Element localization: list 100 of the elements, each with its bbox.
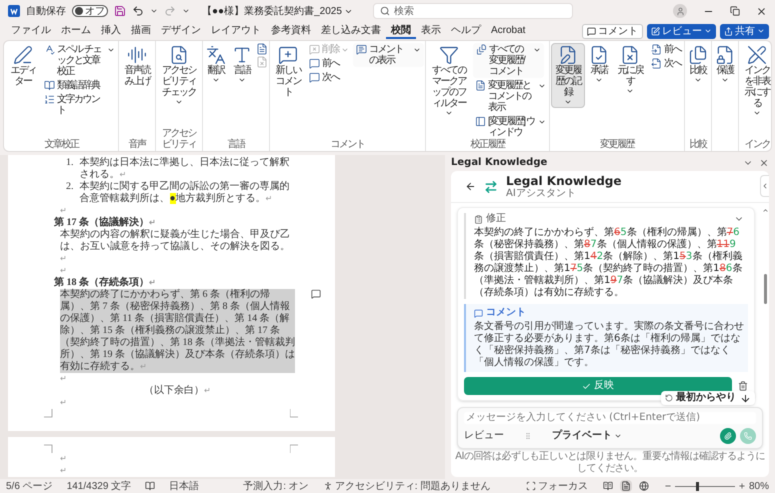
dropdown-field[interactable]: コメントの表示 [353,43,424,67]
menu-tab[interactable]: ヘルプ [446,23,486,39]
ribbon-button[interactable]: 変更履歴の記録 [551,43,585,108]
menu-tab[interactable]: デザイン [156,23,206,39]
group-label: 比較 [690,139,706,151]
header-button[interactable]: 共有 [720,24,769,38]
caret-icon[interactable] [150,7,158,15]
ribbon-button[interactable]: [変更履歴] ウィンドウ [473,115,548,139]
disclaimer: AIの回答は必ずしも正しいとは限りません。重要な情報は確認するようにしてください。 [454,450,766,476]
body-paragraph: 本契約の内容の解釈に疑義が生じた場合、甲及び乙は、お互い誠意を持って協議し、その解決を図る。 ↵ [60,229,291,265]
scroll-down-icon[interactable] [740,392,751,404]
document-title[interactable]: 【●●様】業務委託契約書_2025 [202,4,353,18]
page-icon[interactable] [620,480,632,492]
menu-tab[interactable]: 表示 [416,23,446,39]
document-lock-icon [715,45,735,65]
search-icon [380,6,390,16]
comment-marker-icon[interactable] [311,289,321,299]
message-input[interactable]: メッセージを入力してください (Ctrl+Enterで送信) [464,412,756,424]
avatar-icon[interactable] [673,4,687,18]
attach-button[interactable] [720,428,736,444]
ribbon-button[interactable]: 文字カウント [42,93,107,117]
ribbon-button[interactable]: 前へ [307,57,341,70]
ribbon-button[interactable]: すべてのマークアップのフィルター [427,43,471,119]
page-count[interactable]: 5/6 ページ [6,478,53,493]
predictive-status[interactable]: 予測入力: オン [243,478,309,493]
header-button[interactable]: コメント [582,24,643,38]
suggested-text: 本契約の終了にかかわらず、第65条（権利の帰属）、第76 条（秘密保持義務）、第87条（個人情報の保護）、第119 条（損害賠償責任）、第142条（解除）、第153条（権利義務の譲渡禁止）、第175条（契約終了時の措置）、第186条（準拠法・管轄裁判所）、第197条（協議解決）及び本条（存続条項）は有効に存続する。 [474,227,744,299]
trash-icon[interactable] [738,381,748,391]
menu-tab[interactable]: 挿入 [96,23,126,39]
zoom-level[interactable]: 80% [748,478,769,493]
ribbon-button[interactable]: 変更履歴とコメントの表示 [473,79,548,114]
article-heading: 第 18 条（存続条項）↵ [54,277,157,288]
ribbon-button[interactable]: エディター [6,43,40,89]
app-logo-icon [8,5,20,17]
undo-icon[interactable] [132,5,144,17]
visibility-dropdown[interactable]: プライベート [552,430,622,442]
book-icon[interactable] [602,480,614,492]
mode-select[interactable]: レビュー [464,430,504,442]
caret-icon [757,27,765,35]
menu-tab[interactable]: 参考資料 [266,23,316,39]
search-field[interactable]: 検索 [372,3,573,19]
zoom-in-icon[interactable] [738,482,746,490]
language-status[interactable]: 日本語 [169,478,200,493]
group-label: 変更履歴 [600,139,634,151]
word-count[interactable]: 141/4329 文字 [66,478,132,493]
ribbon-button[interactable]: 翻訳 [204,43,228,86]
menu-tab[interactable]: Acrobat [486,23,530,39]
restore-icon[interactable] [730,6,740,16]
save-icon[interactable] [114,5,126,17]
caret-icon [413,46,421,54]
header-button[interactable]: レビュー [647,24,716,38]
ribbon-button[interactable]: インクを非表示にする [740,43,774,119]
ribbon-button[interactable]: アクセシビリティチェック [157,43,201,108]
zoom-thumb[interactable] [696,482,699,490]
document-icon[interactable] [256,43,268,55]
ribbon-button[interactable]: 音声読み上げ [120,43,154,89]
menu-tab[interactable]: 差し込み文書 [316,23,386,39]
ribbon-button[interactable]: 保護 [713,43,737,86]
menu-tab[interactable]: ファイル [6,23,56,39]
back-arrow-icon[interactable] [465,181,476,192]
ribbon-button[interactable]: スペル チェックと文章校正 [42,43,117,78]
comment-icon [309,58,320,69]
focus-button[interactable]: フォーカス [538,478,588,493]
caret-icon [626,87,634,95]
list-number: 2. [66,181,74,194]
accessibility-status[interactable]: アクセシビリティ: 問題ありません [334,478,490,493]
ribbon-button[interactable]: 類義語辞典 [42,79,102,92]
menu-tab[interactable]: ホーム [56,23,96,39]
close-icon[interactable] [756,6,767,16]
ribbon-button[interactable]: 言語 [230,43,254,86]
close-icon[interactable] [759,158,769,168]
pen-icon [651,26,660,36]
ribbon-button[interactable]: 次へ [649,57,683,70]
paragraph-mark: ↵ [60,398,67,407]
phone-icon [744,432,752,440]
dropdown-field[interactable]: すべての変更履歴/コメント [473,43,544,78]
globe-icon[interactable] [638,480,650,492]
ribbon-button[interactable]: 元に戻す [613,43,647,97]
document-arrow-icon [651,58,662,69]
check-icon [582,382,591,390]
book-icon[interactable] [145,481,156,491]
comment-label: コメント [486,307,526,319]
search-input[interactable]: 検索 [394,4,566,18]
autosave-label: 自動保存 [26,4,66,18]
caret-icon [238,76,246,84]
autosave-toggle[interactable]: オフ [72,5,108,17]
paragraph-mark: ↵ [60,206,67,215]
ribbon-button[interactable]: 前へ [649,43,683,56]
book-icon [44,80,55,91]
menu-tab[interactable]: 描画 [126,23,156,39]
ribbon-button[interactable]: 新しいコメント [271,43,305,100]
scroll-up-icon[interactable] [762,207,768,214]
ribbon-button[interactable]: 承諾 [587,43,611,86]
ribbon-button[interactable]: 比較 [686,43,710,86]
customize-icon[interactable] [182,7,190,15]
document-x-icon [620,45,640,65]
ribbon-button[interactable]: 次へ [307,71,341,84]
audio-icon [127,45,147,65]
menu-tab[interactable]: レイアウト [206,23,266,39]
comment-text-icon [356,44,367,55]
